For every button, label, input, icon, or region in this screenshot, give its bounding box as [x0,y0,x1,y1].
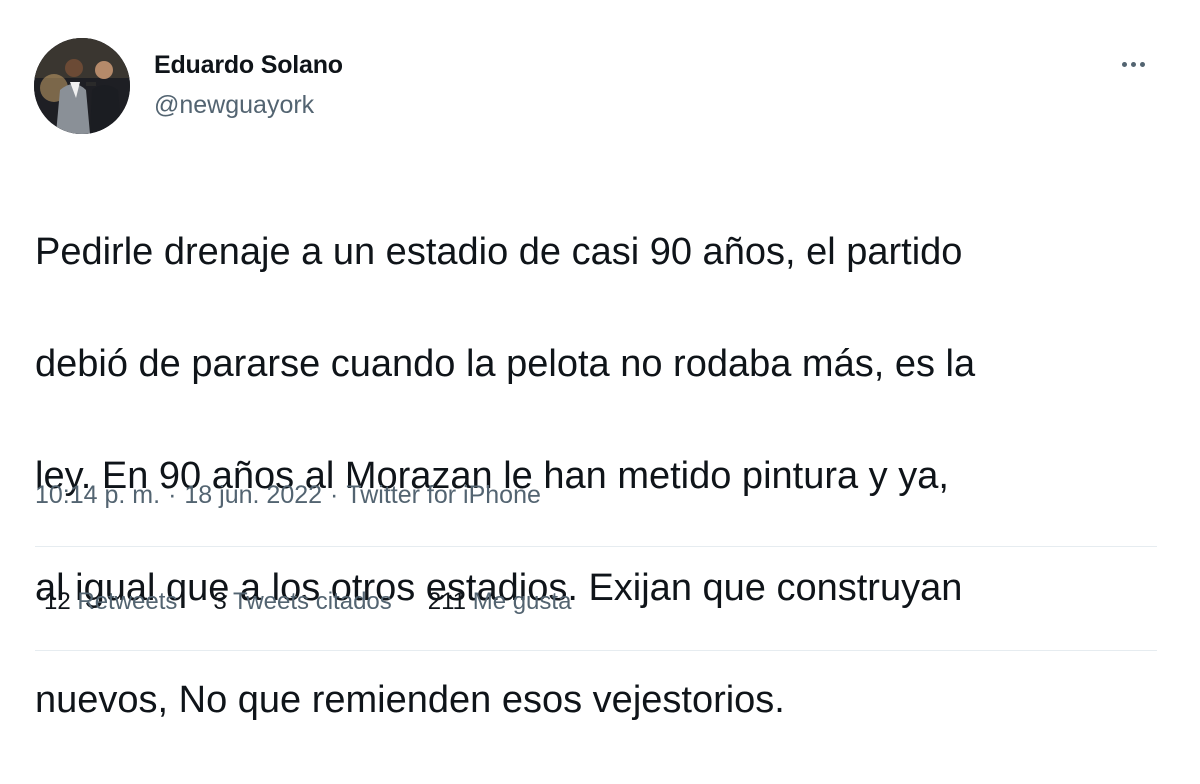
avatar-photo-image [34,38,130,134]
more-options-icon-dot [1131,62,1136,67]
tweet-source[interactable]: Twitter for iPhone [346,481,541,509]
quote-tweets-label: Tweets citados [233,588,392,615]
tweet-card: Eduardo Solano @newguayork Pedirle drena… [0,0,1200,721]
author-handle[interactable]: @newguayork [154,89,343,121]
likes-stat[interactable]: 211 Me gusta [428,585,572,619]
divider [35,546,1157,547]
meta-separator: · [330,481,339,509]
tweet-timestamp-time[interactable]: 10:14 p. m. [35,481,160,509]
likes-label: Me gusta [472,588,572,615]
retweets-stat[interactable]: 12 Retweets [44,585,177,619]
meta-separator: · [168,481,177,509]
divider [35,650,1157,651]
tweet-text-line: nuevos, No que remienden esos vejestorio… [35,679,785,721]
tweet-text-line: debió de pararse cuando la pelota no rod… [35,343,976,385]
tweet-text-line: Pedirle drenaje a un estadio de casi 90 … [35,231,963,273]
quote-tweets-stat[interactable]: 3 Tweets citados [213,585,391,619]
retweets-label: Retweets [77,588,178,615]
author-info: Eduardo Solano @newguayork [154,49,343,121]
author-display-name[interactable]: Eduardo Solano [154,49,343,81]
author-avatar[interactable] [34,38,130,134]
retweets-count: 12 [44,588,71,615]
tweet-stats: 12 Retweets 3 Tweets citados 211 Me gusta [44,585,607,619]
tweet-timestamp-date[interactable]: 18 jun. 2022 [184,481,322,509]
more-options-icon [1122,62,1127,67]
more-options-button[interactable] [1118,52,1158,76]
more-options-icon-dot [1140,62,1145,67]
likes-count: 211 [427,588,467,615]
tweet-metadata: 10:14 p. m. · 18 jun. 2022 · Twitter for iPh… [35,478,541,512]
quote-tweets-count: 3 [213,588,227,615]
tweet-text: Pedirle drenaje a un estadio de casi 90 … [35,168,1165,784]
